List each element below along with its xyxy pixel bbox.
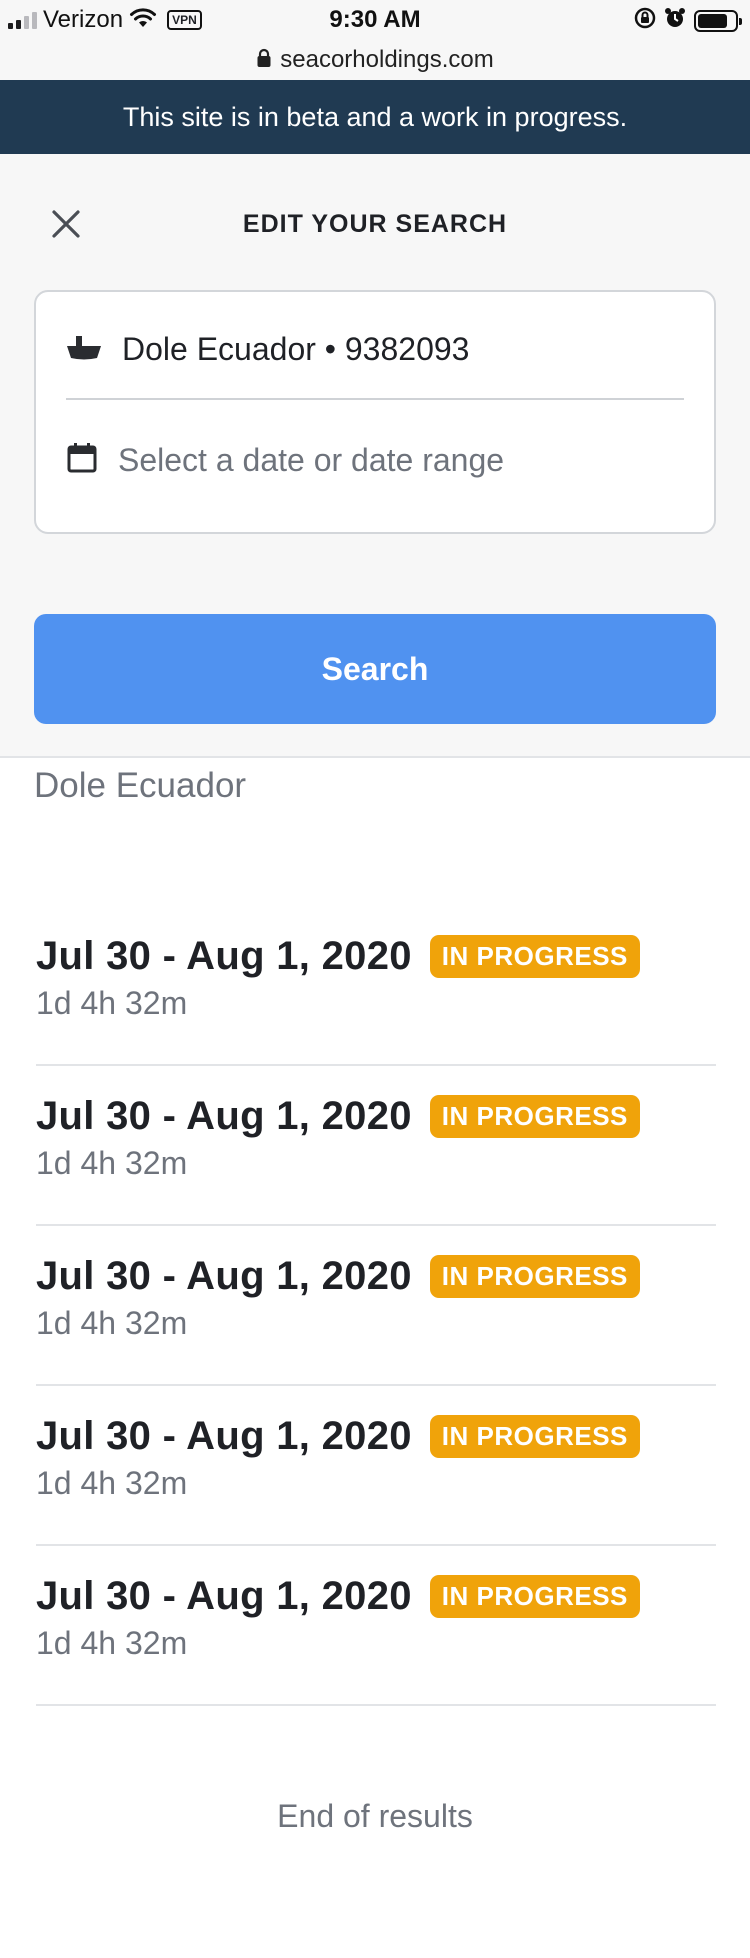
edit-search-panel: EDIT YOUR SEARCH Dole Ecuador • 9382093 (0, 154, 750, 758)
status-badge: IN PROGRESS (429, 935, 640, 978)
result-dates: Jul 30 - Aug 1, 2020 (36, 1574, 412, 1618)
result-dates: Jul 30 - Aug 1, 2020 (36, 1094, 412, 1138)
search-button[interactable]: Search (34, 614, 716, 724)
url-domain: seacorholdings.com (280, 46, 494, 73)
vessel-field[interactable]: Dole Ecuador • 9382093 (66, 300, 684, 400)
rotation-lock-icon (634, 7, 656, 34)
status-badge: IN PROGRESS (429, 1095, 640, 1138)
date-range-input[interactable] (118, 441, 678, 479)
status-badge: IN PROGRESS (429, 1255, 640, 1298)
result-item[interactable]: Jul 30 - Aug 1, 2020 IN PROGRESS 1d 4h 3… (36, 1066, 716, 1226)
result-duration: 1d 4h 32m (36, 1145, 188, 1181)
result-item[interactable]: Jul 30 - Aug 1, 2020 IN PROGRESS 1d 4h 3… (36, 906, 716, 1066)
result-duration: 1d 4h 32m (36, 1465, 188, 1501)
result-dates: Jul 30 - Aug 1, 2020 (36, 1414, 412, 1458)
calendar-icon (66, 442, 98, 479)
result-item[interactable]: Jul 30 - Aug 1, 2020 IN PROGRESS 1d 4h 3… (36, 1386, 716, 1546)
url-bar[interactable]: seacorholdings.com (0, 40, 750, 80)
status-right (634, 7, 742, 34)
result-duration: 1d 4h 32m (36, 985, 188, 1021)
lock-icon (256, 48, 272, 73)
search-card: Dole Ecuador • 9382093 (34, 290, 716, 534)
status-badge: IN PROGRESS (429, 1575, 640, 1618)
result-duration: 1d 4h 32m (36, 1625, 188, 1661)
alarm-icon (664, 7, 686, 34)
ship-icon (66, 332, 102, 367)
results-list: Jul 30 - Aug 1, 2020 IN PROGRESS 1d 4h 3… (36, 906, 716, 1706)
result-item[interactable]: Jul 30 - Aug 1, 2020 IN PROGRESS 1d 4h 3… (36, 1546, 716, 1706)
result-dates: Jul 30 - Aug 1, 2020 (36, 934, 412, 978)
result-dates: Jul 30 - Aug 1, 2020 (36, 1254, 412, 1298)
date-field[interactable] (66, 410, 684, 510)
battery-icon (694, 9, 742, 32)
status-bar: Verizon VPN 9:30 AM (0, 0, 750, 40)
panel-title: EDIT YOUR SEARCH (242, 210, 508, 238)
result-item[interactable]: Jul 30 - Aug 1, 2020 IN PROGRESS 1d 4h 3… (36, 1226, 716, 1386)
result-duration: 1d 4h 32m (36, 1305, 188, 1341)
beta-banner: This site is in beta and a work in progr… (0, 80, 750, 154)
results-heading: Dole Ecuador (34, 766, 247, 805)
vessel-value: Dole Ecuador • 9382093 (122, 330, 470, 367)
end-of-results: End of results (277, 1798, 473, 1834)
status-badge: IN PROGRESS (429, 1415, 640, 1458)
